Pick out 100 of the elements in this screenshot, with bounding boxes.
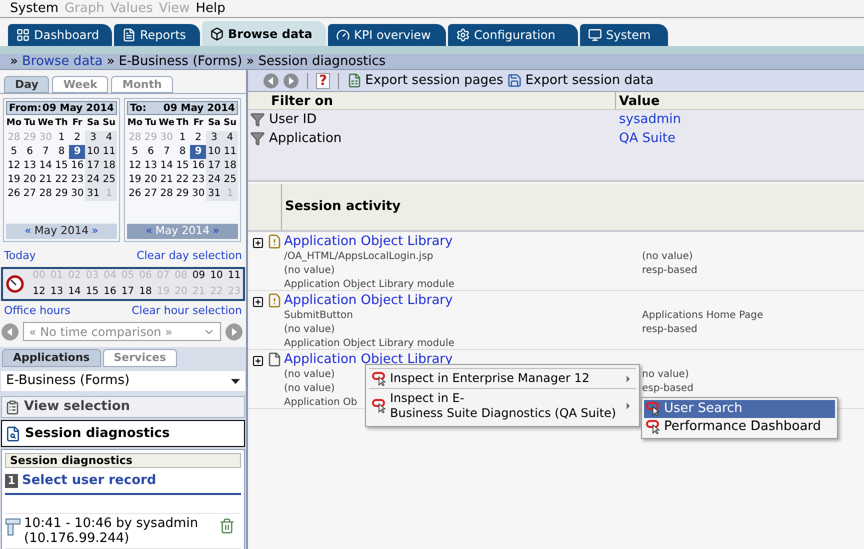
calendar-day[interactable]: 7 bbox=[38, 144, 54, 158]
calendar-day[interactable]: 6 bbox=[142, 144, 159, 158]
hour-cell[interactable]: 11 bbox=[225, 268, 244, 284]
expand-icon[interactable] bbox=[252, 296, 264, 308]
calendar-day[interactable]: 23 bbox=[69, 172, 86, 186]
menu-item[interactable]: Help bbox=[196, 0, 226, 18]
calendar-day[interactable]: 1 bbox=[174, 130, 190, 144]
calendar-day[interactable]: 21 bbox=[38, 172, 54, 186]
calendar-day[interactable]: 14 bbox=[158, 158, 175, 172]
calendar-day[interactable]: 12 bbox=[6, 158, 22, 172]
trash-icon[interactable] bbox=[219, 518, 235, 534]
nav-tab[interactable]: System bbox=[580, 24, 668, 46]
hour-cell[interactable]: 16 bbox=[101, 284, 119, 300]
calendar-day[interactable]: 16 bbox=[69, 158, 86, 172]
breadcrumb-link[interactable]: Browse data bbox=[22, 52, 103, 72]
panel-header[interactable]: Session diagnostics bbox=[1, 420, 245, 447]
back-icon[interactable] bbox=[263, 72, 279, 88]
calendar-day[interactable]: 11 bbox=[222, 144, 238, 158]
hour-cell[interactable]: 17 bbox=[118, 284, 137, 300]
calendar-day[interactable]: 5 bbox=[127, 144, 143, 158]
calendar-day[interactable]: 28 bbox=[38, 186, 54, 200]
next-month-link[interactable]: » bbox=[92, 223, 98, 240]
period-tab[interactable]: Week bbox=[52, 76, 108, 93]
calendar-day[interactable]: 8 bbox=[54, 144, 70, 158]
nav-tab[interactable]: Reports bbox=[114, 24, 200, 46]
context-menu-item[interactable]: Inspect in E- Business Suite Diagnostics (QA Suite) bbox=[369, 388, 636, 423]
calendar-day[interactable]: 11 bbox=[101, 144, 118, 158]
clear-hour-link[interactable]: Clear hour selection bbox=[132, 302, 242, 319]
calendar-day[interactable]: 3 bbox=[206, 130, 222, 144]
today-link[interactable]: Today bbox=[4, 248, 36, 264]
forward-icon[interactable] bbox=[283, 72, 299, 88]
calendar-day[interactable]: 20 bbox=[22, 172, 38, 186]
nav-tab[interactable]: Dashboard bbox=[8, 24, 112, 46]
calendar-day[interactable]: 29 bbox=[54, 186, 70, 200]
calendar-day[interactable]: 13 bbox=[142, 158, 159, 172]
calendar-day[interactable]: 28 bbox=[158, 186, 175, 200]
office-hours-link[interactable]: Office hours bbox=[4, 302, 71, 319]
hour-cell[interactable]: 15 bbox=[83, 284, 102, 300]
calendar-day[interactable]: 30 bbox=[190, 186, 206, 200]
calendar-day[interactable]: 14 bbox=[38, 158, 54, 172]
calendar-day[interactable]: 15 bbox=[174, 158, 190, 172]
help-button[interactable]: ? bbox=[316, 72, 330, 88]
calendar-day[interactable]: 17 bbox=[85, 158, 102, 172]
calendar-day[interactable]: 1 bbox=[54, 130, 70, 144]
calendar-day[interactable]: 23 bbox=[190, 172, 206, 186]
calendar-day[interactable]: 10 bbox=[206, 144, 222, 158]
nav-tab[interactable]: Browse data bbox=[202, 21, 326, 46]
export-data-button[interactable]: Export session data bbox=[507, 70, 654, 90]
nav-tab[interactable]: KPI overview bbox=[328, 24, 446, 46]
context-menu-item[interactable]: Inspect in Enterprise Manager 12 bbox=[369, 368, 636, 388]
calendar-day[interactable]: 26 bbox=[6, 186, 22, 200]
calendar-day[interactable]: 24 bbox=[85, 172, 102, 186]
filter-value-link[interactable]: sysadmin bbox=[616, 110, 681, 130]
calendar-day[interactable]: 25 bbox=[222, 172, 238, 186]
expand-icon[interactable] bbox=[252, 237, 264, 249]
calendar-day[interactable]: 17 bbox=[206, 158, 222, 172]
nav-tab[interactable]: Configuration bbox=[448, 24, 578, 46]
calendar-day[interactable]: 19 bbox=[127, 172, 143, 186]
application-tab[interactable]: Applications bbox=[2, 349, 101, 367]
submenu-item[interactable]: Performance Dashboard bbox=[644, 418, 835, 436]
application-dropdown[interactable]: E-Business (Forms) bbox=[1, 371, 245, 391]
calendar-day[interactable]: 12 bbox=[127, 158, 143, 172]
calendar-day[interactable]: 20 bbox=[142, 172, 159, 186]
calendar-day[interactable]: 6 bbox=[22, 144, 38, 158]
back-icon[interactable] bbox=[1, 322, 19, 340]
calendar-day[interactable]: 22 bbox=[174, 172, 190, 186]
calendar-day[interactable]: 3 bbox=[85, 130, 102, 144]
calendar-day[interactable]: 7 bbox=[158, 144, 175, 158]
calendar-day[interactable]: 27 bbox=[142, 186, 159, 200]
calendar-day[interactable]: 10 bbox=[85, 144, 102, 158]
comparison-dropdown[interactable]: « No time comparison » bbox=[23, 322, 221, 341]
hour-cell[interactable]: 18 bbox=[136, 284, 154, 300]
calendar-day[interactable]: 26 bbox=[127, 186, 143, 200]
export-pages-button[interactable]: Export session pages bbox=[347, 70, 504, 90]
hour-cell[interactable]: 09 bbox=[190, 268, 208, 284]
calendar-day[interactable]: 9 bbox=[190, 144, 206, 158]
calendar-day[interactable]: 4 bbox=[222, 130, 238, 144]
calendar-day[interactable]: 2 bbox=[190, 130, 206, 144]
activity-title-link[interactable]: Application Object Library bbox=[284, 234, 864, 250]
menu-item[interactable]: System bbox=[10, 0, 58, 18]
calendar-day[interactable]: 4 bbox=[101, 130, 118, 144]
session-record[interactable]: 10:41 - 10:46 by sysadmin (10.176.99.244) bbox=[5, 512, 241, 548]
calendar-day[interactable]: 31 bbox=[85, 186, 102, 200]
previous-month-link[interactable]: « bbox=[24, 223, 32, 240]
calendar-day[interactable]: 24 bbox=[206, 172, 222, 186]
panel-header[interactable]: View selection bbox=[1, 396, 245, 418]
filter-value-link[interactable]: QA Suite bbox=[616, 128, 676, 148]
hour-cell[interactable]: 10 bbox=[208, 268, 226, 284]
period-tab[interactable]: Day bbox=[4, 76, 50, 93]
calendar-day[interactable]: 16 bbox=[190, 158, 206, 172]
calendar-day[interactable]: 8 bbox=[174, 144, 190, 158]
calendar-day[interactable]: 27 bbox=[22, 186, 38, 200]
calendar-day[interactable]: 5 bbox=[6, 144, 22, 158]
submenu-item[interactable]: User Search bbox=[644, 400, 835, 418]
activity-title-link[interactable]: Application Object Library bbox=[284, 352, 864, 368]
calendar-day[interactable]: 22 bbox=[54, 172, 70, 186]
hour-cell[interactable]: 12 bbox=[30, 284, 48, 300]
calendar-day[interactable]: 19 bbox=[6, 172, 22, 186]
calendar-day[interactable]: 21 bbox=[158, 172, 175, 186]
application-tab[interactable]: Services bbox=[102, 349, 177, 367]
